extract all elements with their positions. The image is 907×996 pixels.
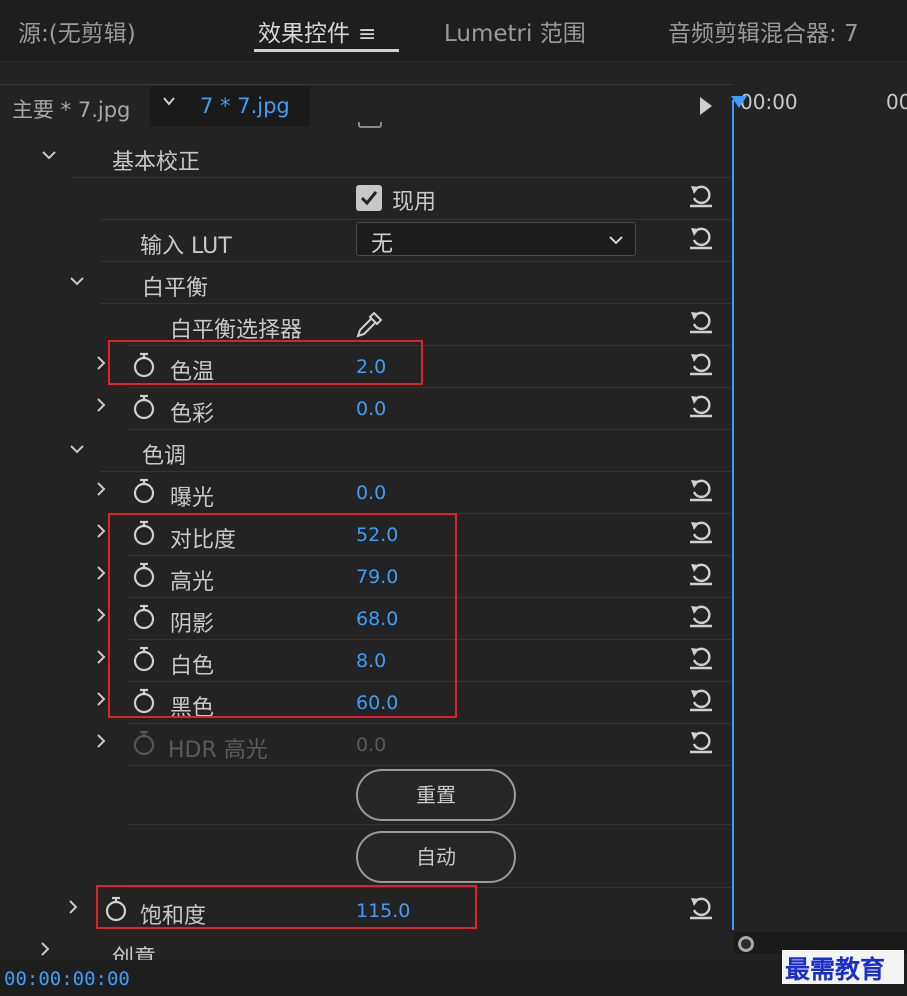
playhead-line[interactable]	[732, 100, 734, 930]
exposure-label: 曝光	[170, 486, 215, 511]
chevron-right-icon[interactable]	[94, 398, 108, 412]
chevron-right-icon[interactable]	[94, 650, 108, 664]
highlight-box-tone	[108, 513, 457, 718]
reset-icon[interactable]	[688, 644, 714, 670]
chevron-right-icon[interactable]	[94, 734, 108, 748]
chevron-down-icon[interactable]	[42, 148, 56, 162]
enable-row: 现用	[0, 178, 732, 220]
reset-icon[interactable]	[688, 224, 714, 250]
chevron-down-icon	[609, 236, 623, 245]
exposure-row: 曝光 0.0	[0, 472, 732, 514]
hdr-highlights-value: 0.0	[356, 734, 387, 756]
hdr-highlights-label: HDR 高光	[168, 738, 268, 763]
stopwatch-icon[interactable]	[132, 478, 156, 504]
enable-label: 现用	[392, 190, 437, 215]
timecode-display[interactable]: 00:00:00:00	[4, 968, 130, 990]
input-lut-value: 无	[371, 232, 394, 257]
input-lut-label: 输入 LUT	[140, 234, 232, 259]
chevron-right-icon[interactable]	[94, 356, 108, 370]
checkbox-partial	[358, 122, 382, 128]
divider	[128, 824, 732, 825]
white-balance-group[interactable]: 白平衡	[0, 262, 732, 304]
active-tab-indicator	[254, 49, 399, 52]
master-clip-tab[interactable]: 主要 * 7.jpg	[12, 94, 130, 124]
chevron-right-icon[interactable]	[94, 566, 108, 580]
tab-source[interactable]: 源:(无剪辑)	[18, 14, 136, 48]
reset-button[interactable]: 重置	[356, 769, 516, 821]
play-icon[interactable]	[700, 97, 712, 115]
playhead-marker[interactable]	[731, 96, 747, 108]
eyedropper-icon[interactable]	[354, 310, 384, 340]
reset-icon[interactable]	[688, 350, 714, 376]
tone-label: 色调	[142, 444, 187, 469]
chevron-right-icon[interactable]	[94, 524, 108, 538]
hdr-highlights-row: HDR 高光 0.0	[0, 724, 732, 766]
checkmark-icon	[360, 191, 378, 206]
tab-effect-controls[interactable]: 效果控件 ≡	[258, 14, 376, 48]
timeline-ruler-label-next: 00	[886, 90, 907, 114]
zoom-handle[interactable]	[738, 936, 754, 952]
input-lut-row: 输入 LUT 无	[0, 220, 732, 262]
chevron-down-icon	[163, 97, 175, 106]
sequence-clip-tab[interactable]: 7 * 7.jpg	[150, 86, 310, 126]
reset-icon[interactable]	[688, 602, 714, 628]
chevron-down-icon[interactable]	[70, 442, 84, 456]
highlight-box-temperature	[108, 340, 423, 385]
tab-lumetri-scopes[interactable]: Lumetri 范围	[444, 14, 586, 48]
chevron-right-icon[interactable]	[66, 900, 80, 914]
reset-icon[interactable]	[688, 182, 714, 208]
section-title: 基本校正	[112, 150, 201, 175]
tint-value[interactable]: 0.0	[356, 398, 386, 420]
exposure-value[interactable]: 0.0	[356, 482, 386, 504]
chevron-right-icon[interactable]	[94, 692, 108, 706]
mini-timeline[interactable]	[732, 84, 907, 960]
reset-icon[interactable]	[688, 686, 714, 712]
reset-icon[interactable]	[688, 476, 714, 502]
reset-icon[interactable]	[688, 518, 714, 544]
tint-row: 色彩 0.0	[0, 388, 732, 430]
white-balance-label: 白平衡	[142, 276, 209, 301]
tint-label: 色彩	[170, 402, 215, 427]
chevron-right-icon[interactable]	[94, 482, 108, 496]
tab-audio-clip-mixer[interactable]: 音频剪辑混合器: 7	[668, 14, 859, 48]
chevron-right-icon[interactable]	[38, 942, 52, 956]
section-basic-correction[interactable]: 基本校正	[0, 136, 732, 178]
tab-effect-controls-label: 效果控件	[258, 21, 350, 47]
creative-section[interactable]: 创意	[0, 938, 732, 960]
chevron-right-icon[interactable]	[94, 608, 108, 622]
chevron-down-icon[interactable]	[70, 274, 84, 288]
highlight-box-saturation	[96, 885, 477, 929]
sequence-clip-label: 7 * 7.jpg	[200, 94, 290, 118]
status-bar	[0, 960, 907, 996]
tone-group[interactable]: 色调	[0, 430, 732, 472]
reset-icon[interactable]	[688, 308, 714, 334]
input-lut-select[interactable]: 无	[356, 222, 636, 257]
reset-icon[interactable]	[688, 392, 714, 418]
watermark-text: 最需教育	[785, 955, 886, 984]
timeline-ruler-label: 00:00	[740, 90, 798, 114]
panel-tab-bar: 源:(无剪辑) 效果控件 ≡ Lumetri 范围 音频剪辑混合器: 7	[0, 0, 907, 62]
auto-button[interactable]: 自动	[356, 831, 516, 883]
creative-label: 创意	[112, 946, 157, 960]
stopwatch-icon[interactable]	[132, 394, 156, 420]
stopwatch-icon	[133, 730, 155, 756]
reset-icon[interactable]	[688, 728, 714, 754]
watermark: 最需教育	[782, 950, 904, 984]
reset-icon[interactable]	[688, 894, 714, 920]
enable-checkbox[interactable]	[356, 185, 382, 211]
reset-icon[interactable]	[688, 560, 714, 586]
menu-icon[interactable]: ≡	[358, 22, 376, 47]
